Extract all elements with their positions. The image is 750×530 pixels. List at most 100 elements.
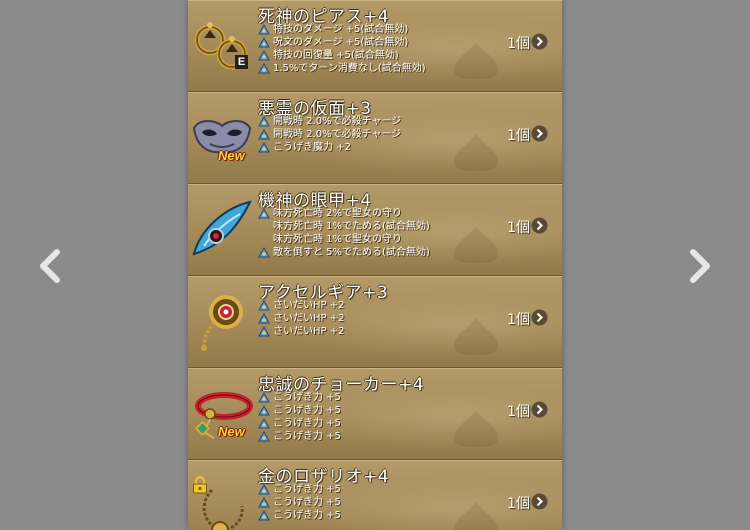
effect-icon — [258, 326, 270, 337]
effect-line: こうげき力 +5 — [258, 430, 341, 443]
effect-icon — [258, 208, 270, 219]
accessory-list[interactable]: E 死神のピアス+4 特技のダメージ +5(試合無効) 呪文のダメージ +5(試… — [188, 0, 562, 530]
effect-icon — [258, 392, 270, 403]
effect-line: 1.5%でターン消費なし(試合無効) — [258, 62, 426, 75]
effect-text: 呪文のダメージ +5(試合無効) — [273, 37, 409, 48]
item-count: 1個 — [507, 36, 530, 52]
list-item[interactable]: New 悪霊の仮面+3 開戦時 2.0%で必殺チャージ 開戦時 2.0%で必殺チ… — [188, 92, 562, 184]
chevron-right-icon[interactable] — [531, 33, 548, 50]
new-badge: New — [218, 148, 245, 163]
effect-icon — [258, 313, 270, 324]
effect-icon — [258, 431, 270, 442]
next-page-button[interactable] — [680, 246, 720, 286]
effect-text: さいだいHP +2 — [273, 300, 345, 311]
effect-text: 味方死亡時 1%で聖女の守り — [273, 234, 403, 245]
effect-list: こうげき力 +5 こうげき力 +5 こうげき力 +5 こうげき力 +5 — [258, 391, 341, 443]
effect-icon — [258, 24, 270, 35]
effect-text: 1.5%でターン消費なし(試合無効) — [273, 63, 426, 74]
slime-watermark-icon — [454, 410, 498, 447]
effect-icon — [258, 484, 270, 495]
effect-text: さいだいHP +2 — [273, 326, 345, 337]
chevron-right-icon — [690, 249, 710, 283]
slime-watermark-icon — [454, 134, 498, 171]
prev-page-button[interactable] — [30, 246, 70, 286]
effect-line: 味方死亡時 2%で聖女の守り — [258, 207, 430, 220]
effect-line: さいだいHP +2 — [258, 312, 344, 325]
effect-text: こうげき魔力 +2 — [273, 142, 351, 153]
effect-line: こうげき力 +5 — [258, 483, 341, 496]
effect-list: こうげき力 +5 こうげき力 +5 こうげき力 +5 — [258, 483, 341, 522]
effect-line: こうげき魔力 +2 — [258, 141, 401, 154]
effect-list: 味方死亡時 2%で聖女の守り 味方死亡時 1%でためる(試合無効) 味方死亡時 … — [258, 207, 430, 259]
effect-text: 味方死亡時 2%で聖女の守り — [273, 208, 403, 219]
effect-line: こうげき力 +5 — [258, 404, 341, 417]
list-item[interactable]: アクセルギア+3 さいだいHP +2 さいだいHP +2 さいだいHP +2 1… — [188, 276, 562, 368]
list-item[interactable]: 機神の眼甲+4 味方死亡時 2%で聖女の守り 味方死亡時 1%でためる(試合無効… — [188, 184, 562, 276]
effect-line: こうげき力 +5 — [258, 417, 341, 430]
effect-text: 開戦時 2.0%で必殺チャージ — [273, 129, 402, 140]
effect-line: こうげき力 +5 — [258, 391, 341, 404]
gear-pendant-icon — [201, 295, 243, 351]
effect-line: さいだいHP +2 — [258, 325, 344, 338]
item-count: 1個 — [507, 128, 530, 144]
chevron-right-icon[interactable] — [531, 401, 548, 418]
effect-list: さいだいHP +2 さいだいHP +2 さいだいHP +2 — [258, 299, 344, 338]
effect-line: 味方死亡時 1%で聖女の守り — [258, 233, 430, 246]
effect-text: 特技の回復量 +5(試合無効) — [273, 50, 399, 61]
effect-icon — [258, 300, 270, 311]
effect-list: 開戦時 2.0%で必殺チャージ 開戦時 2.0%で必殺チャージ こうげき魔力 +… — [258, 115, 401, 154]
effect-text: こうげき力 +5 — [273, 405, 341, 416]
slime-watermark-icon — [454, 226, 498, 263]
list-item[interactable]: New 忠誠のチョーカー+4 こうげき力 +5 こうげき力 +5 こうげき力 +… — [188, 368, 562, 460]
chevron-right-icon[interactable] — [531, 125, 548, 142]
effect-line: 呪文のダメージ +5(試合無効) — [258, 36, 426, 49]
effect-icon — [258, 129, 270, 140]
item-count: 1個 — [507, 404, 530, 420]
chevron-right-icon[interactable] — [531, 493, 548, 510]
effect-text: こうげき力 +5 — [273, 418, 341, 429]
effect-icon — [258, 497, 270, 508]
effect-text: 敵を倒すと 5%でためる(試合無効) — [273, 247, 430, 258]
effect-icon — [258, 116, 270, 127]
slime-watermark-icon — [454, 502, 498, 530]
effect-icon — [258, 510, 270, 521]
effect-line: 開戦時 2.0%で必殺チャージ — [258, 128, 401, 141]
item-count: 1個 — [507, 312, 530, 328]
effect-text: こうげき力 +5 — [273, 484, 341, 495]
effect-text: 味方死亡時 1%でためる(試合無効) — [273, 221, 430, 232]
effect-line: こうげき力 +5 — [258, 496, 341, 509]
effect-text: さいだいHP +2 — [273, 313, 345, 324]
effect-text: こうげき力 +5 — [273, 510, 341, 521]
chevron-left-icon — [40, 249, 60, 283]
effect-text: こうげき力 +5 — [273, 392, 341, 403]
effect-text: こうげき力 +5 — [273, 497, 341, 508]
effect-line: 味方死亡時 1%でためる(試合無効) — [258, 220, 430, 233]
effect-icon — [258, 418, 270, 429]
chevron-right-icon[interactable] — [531, 309, 548, 326]
effect-icon — [258, 247, 270, 258]
item-count: 1個 — [507, 220, 530, 236]
item-count: 1個 — [507, 496, 530, 512]
list-item[interactable]: 金のロザリオ+4 こうげき力 +5 こうげき力 +5 こうげき力 +5 1個 — [188, 460, 562, 530]
slime-watermark-icon — [454, 42, 498, 79]
effect-text: こうげき力 +5 — [273, 431, 341, 442]
effect-icon — [258, 405, 270, 416]
effect-line: こうげき力 +5 — [258, 509, 341, 522]
slime-watermark-icon — [454, 318, 498, 355]
effect-icon — [258, 50, 270, 61]
effect-line: 開戦時 2.0%で必殺チャージ — [258, 115, 401, 128]
chevron-right-icon[interactable] — [531, 217, 548, 234]
effect-text: 開戦時 2.0%で必殺チャージ — [273, 116, 402, 127]
eyepiece-icon — [192, 200, 252, 256]
effect-line: 敵を倒すと 5%でためる(試合無効) — [258, 246, 430, 259]
effect-line: さいだいHP +2 — [258, 299, 344, 312]
effect-list: 特技のダメージ +5(試合無効) 呪文のダメージ +5(試合無効) 特技の回復量… — [258, 23, 426, 75]
lock-icon — [193, 476, 207, 494]
effect-line: 特技の回復量 +5(試合無効) — [258, 49, 426, 62]
effect-icon — [258, 142, 270, 153]
effect-text: 特技のダメージ +5(試合無効) — [273, 24, 409, 35]
equipped-badge: E — [235, 55, 248, 69]
list-item[interactable]: E 死神のピアス+4 特技のダメージ +5(試合無効) 呪文のダメージ +5(試… — [188, 0, 562, 92]
new-badge: New — [218, 424, 245, 439]
effect-line: 特技のダメージ +5(試合無効) — [258, 23, 426, 36]
